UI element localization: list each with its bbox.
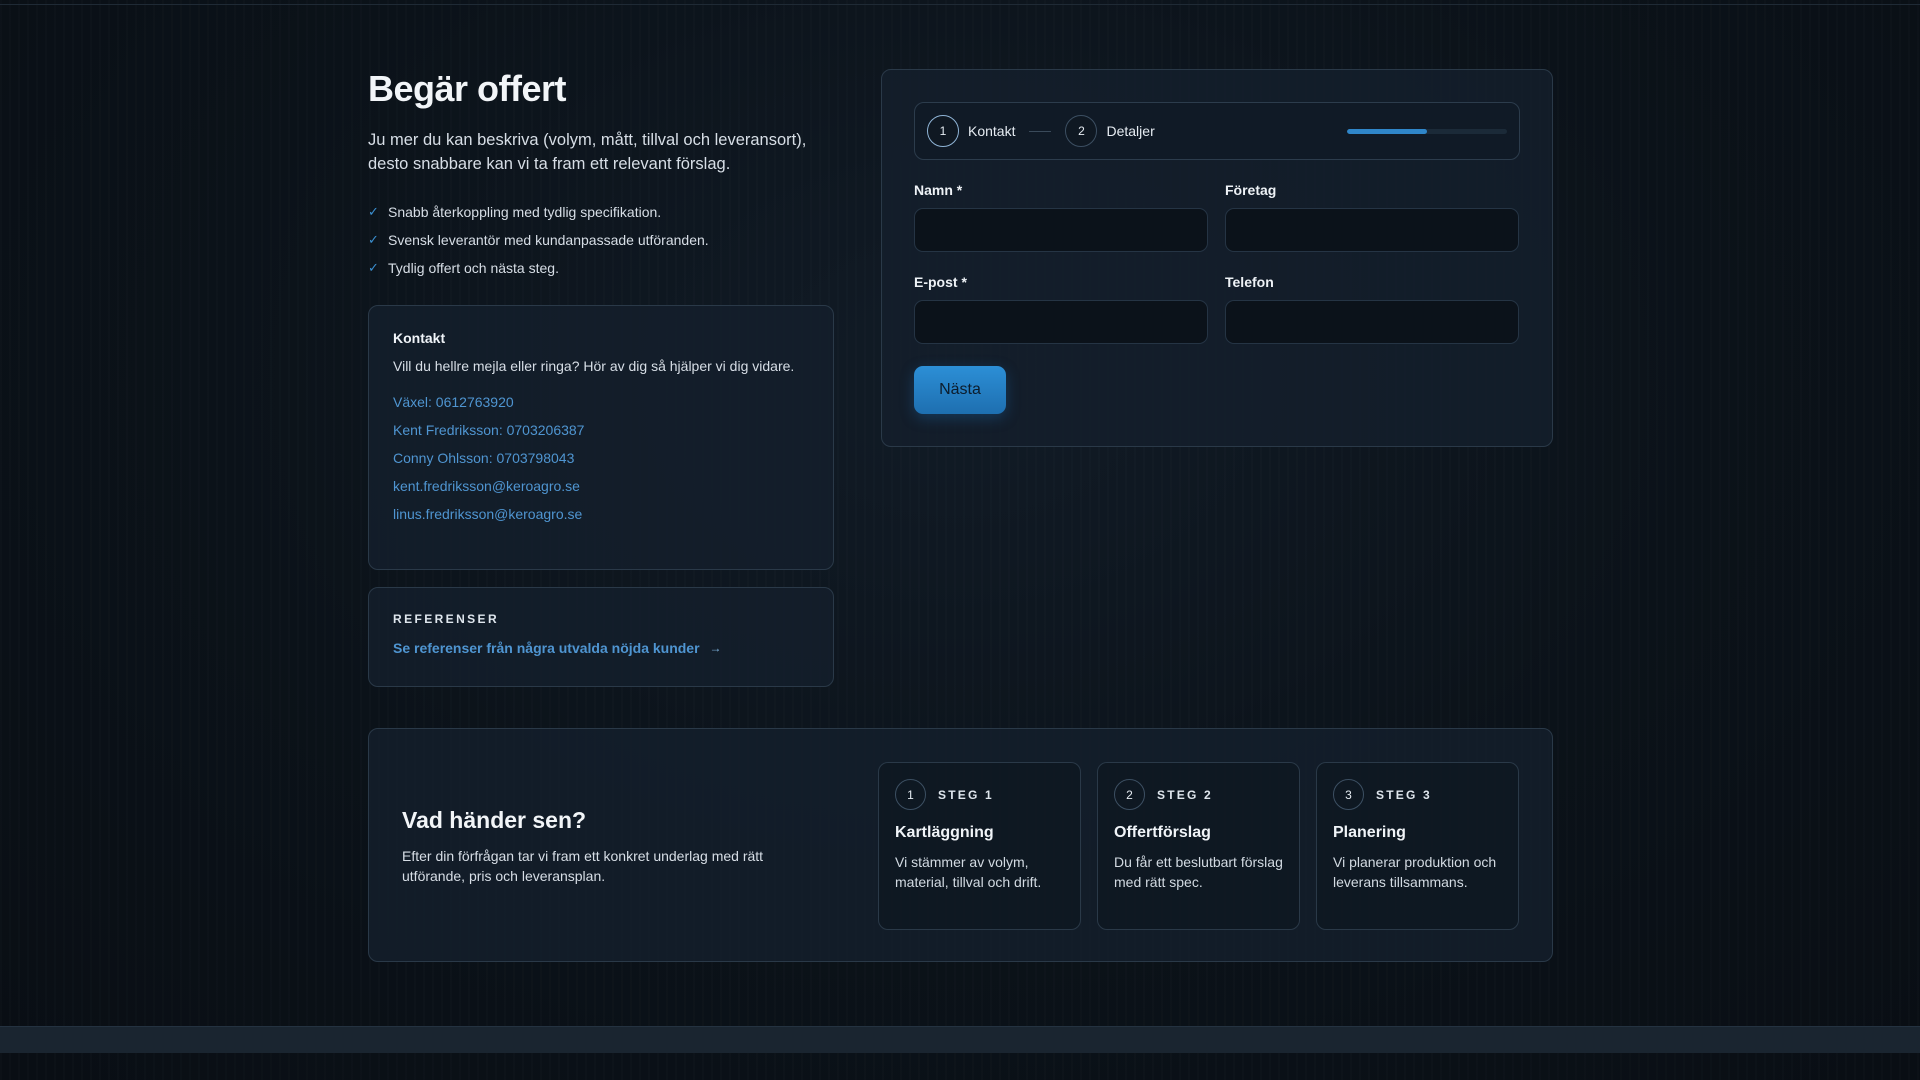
footer-band: [0, 1026, 1920, 1053]
progress-fill: [1347, 128, 1427, 134]
step-number: 1: [927, 115, 959, 147]
conny-phone-link[interactable]: Conny Ohlsson: 0703798043: [393, 444, 809, 472]
references-link-text: Se referenser från några utvalda nöjda k…: [393, 640, 700, 656]
check-icon: ✓: [368, 260, 379, 275]
process-step-title: Planering: [1333, 824, 1406, 841]
company-label: Företag: [1225, 182, 1277, 198]
next-steps-description: Efter din förfrågan tar vi fram ett konk…: [402, 848, 764, 884]
company-input[interactable]: [1225, 208, 1519, 252]
contact-fields: Namn * Företag E-post * Telefon: [914, 182, 1520, 344]
email-input[interactable]: [914, 300, 1208, 344]
phone-input[interactable]: [1225, 300, 1519, 344]
kent-email-link[interactable]: kent.fredriksson@keroagro.se: [393, 472, 809, 500]
phone-label: Telefon: [1225, 274, 1274, 290]
contact-links: Växel: 0612763920 Kent Fredriksson: 0703…: [393, 388, 809, 528]
benefit-item: ✓ Svensk leverantör med kundanpassade ut…: [368, 226, 834, 254]
process-step-title: Offertförslag: [1114, 824, 1211, 841]
process-step-title: Kartläggning: [895, 824, 994, 841]
form-stepper: 1 Kontakt 2 Detaljer: [914, 102, 1520, 160]
step-label: Kontakt: [968, 123, 1016, 139]
process-step-number: 3: [1333, 779, 1364, 810]
company-field-group: Företag: [1225, 182, 1519, 252]
process-step-number: 2: [1114, 779, 1145, 810]
step-contact[interactable]: 1 Kontakt: [927, 115, 1015, 147]
benefit-item: ✓ Tydlig offert och nästa steg.: [368, 254, 834, 282]
progress-bar: [1347, 128, 1507, 134]
arrow-right-icon: →: [709, 641, 722, 655]
contact-description: Vill du hellre mejla eller ringa? Hör av…: [393, 358, 795, 374]
references-card: REFERENSER Se referenser från några utva…: [368, 587, 834, 687]
page-title: Begär offert: [368, 68, 567, 109]
next-steps-title: Vad händer sen?: [402, 807, 587, 833]
process-step-label: STEG 2: [1157, 787, 1213, 802]
name-label: Namn *: [914, 182, 963, 198]
top-divider: [0, 4, 1920, 5]
next-steps-card: Vad händer sen? Efter din förfrågan tar …: [368, 728, 1553, 962]
references-label: REFERENSER: [393, 612, 500, 626]
step-details[interactable]: 2 Detaljer: [1065, 115, 1155, 147]
process-step-description: Vi planerar produktion och leverans till…: [1333, 854, 1497, 890]
check-icon: ✓: [368, 232, 379, 247]
next-button[interactable]: Nästa: [914, 366, 1006, 414]
process-step-description: Du får ett beslutbart förslag med rätt s…: [1114, 854, 1283, 890]
benefit-item: ✓ Snabb återkoppling med tydlig specifik…: [368, 198, 834, 226]
check-icon: ✓: [368, 204, 379, 219]
step-number: 2: [1065, 115, 1098, 147]
step-label: Detaljer: [1106, 123, 1155, 139]
name-field-group: Namn *: [914, 182, 1208, 252]
intro-section: Begär offert Ju mer du kan beskriva (vol…: [368, 68, 834, 282]
process-step-number: 1: [895, 779, 926, 810]
next-steps-intro: Vad händer sen? Efter din förfrågan tar …: [402, 807, 822, 886]
kent-phone-link[interactable]: Kent Fredriksson: 0703206387: [393, 416, 809, 444]
process-step-description: Vi stämmer av volym, material, tillval o…: [895, 854, 1042, 890]
benefit-text: Svensk leverantör med kundanpassade utfö…: [388, 232, 709, 248]
name-input[interactable]: [914, 208, 1208, 252]
benefit-text: Snabb återkoppling med tydlig specifikat…: [388, 204, 662, 220]
contact-card: Kontakt Vill du hellre mejla eller ringa…: [368, 305, 834, 570]
linus-email-link[interactable]: linus.fredriksson@keroagro.se: [393, 500, 809, 528]
process-step-header: 2 STEG 2: [1114, 779, 1283, 810]
step-separator: [1029, 130, 1052, 132]
process-step-card: 2 STEG 2 Offertförslag Du får ett beslut…: [1097, 762, 1300, 930]
benefit-list: ✓ Snabb återkoppling med tydlig specifik…: [368, 198, 834, 282]
email-field-group: E-post *: [914, 274, 1208, 344]
quote-form-card: 1 Kontakt 2 Detaljer Namn * Företag E-po…: [881, 69, 1553, 447]
intro-text: Ju mer du kan beskriva (volym, mått, til…: [368, 131, 807, 173]
process-step-card: 3 STEG 3 Planering Vi planerar produktio…: [1316, 762, 1519, 930]
process-step-header: 1 STEG 1: [895, 779, 1064, 810]
email-label: E-post *: [914, 274, 967, 290]
phone-field-group: Telefon: [1225, 274, 1519, 344]
process-step-header: 3 STEG 3: [1333, 779, 1502, 810]
process-step-card: 1 STEG 1 Kartläggning Vi stämmer av voly…: [878, 762, 1081, 930]
process-step-label: STEG 3: [1376, 787, 1432, 802]
benefit-text: Tydlig offert och nästa steg.: [388, 260, 559, 276]
references-link[interactable]: Se referenser från några utvalda nöjda k…: [393, 640, 722, 656]
process-step-label: STEG 1: [938, 787, 994, 802]
page: Begär offert Ju mer du kan beskriva (vol…: [0, 0, 1920, 1080]
process-steps: 1 STEG 1 Kartläggning Vi stämmer av voly…: [878, 762, 1519, 930]
contact-title: Kontakt: [393, 330, 446, 346]
switchboard-phone-link[interactable]: Växel: 0612763920: [393, 388, 809, 416]
